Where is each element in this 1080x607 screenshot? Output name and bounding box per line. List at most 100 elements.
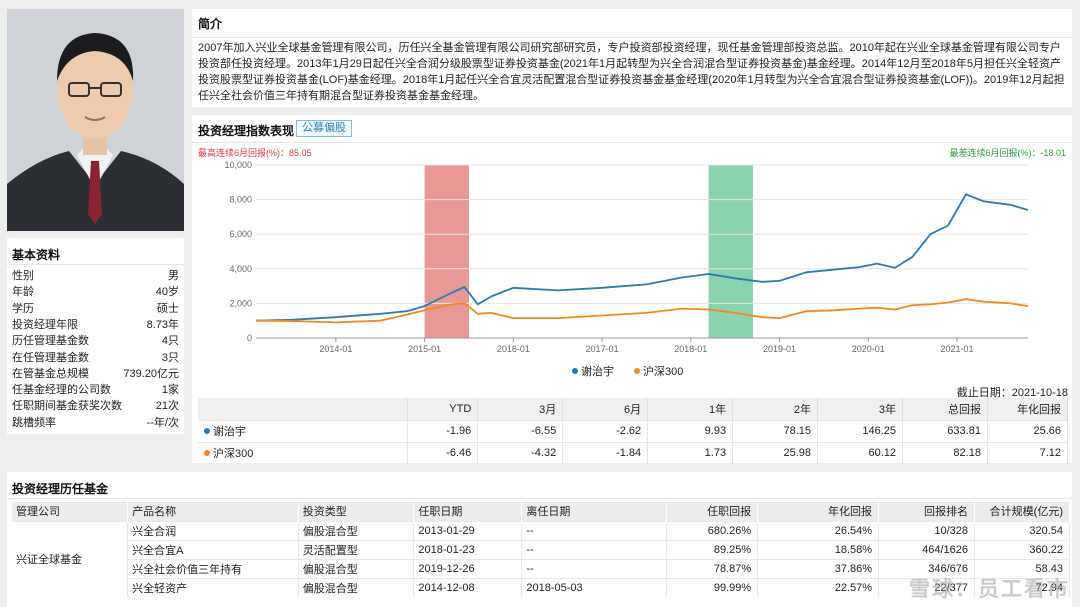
fund-name-cell[interactable]: 兴全合宜A (127, 539, 299, 559)
legend-label: 谢治宇 (581, 366, 614, 378)
fund-cell: 18.58% (757, 539, 880, 559)
basic-info-key: 任职期间基金获奖次数 (12, 400, 122, 413)
fund-cell: 2019-12-26 (413, 558, 523, 578)
portrait-image (7, 9, 184, 231)
fund-cell: 26.54% (757, 520, 880, 540)
fund-header-cell: 任职回报 (666, 502, 759, 521)
basic-info-key: 年龄 (12, 286, 34, 299)
performance-title: 投资经理指数表现 (198, 124, 295, 138)
fund-cell: 2014-12-08 (413, 577, 523, 597)
fund-cell: 680.26% (666, 520, 759, 540)
fund-cell: 464/1626 (878, 539, 975, 559)
legend-item[interactable]: 谢治宇 (572, 366, 624, 378)
x-tick-label: 2018-01 (674, 344, 707, 354)
legend-label: 沪深300 (643, 366, 684, 378)
legend-dot-icon (572, 368, 578, 374)
returns-header-cell: 年化回报 (987, 398, 1069, 420)
fund-cell: 偏股混合型 (298, 577, 415, 597)
basic-info-value: --年/次 (146, 416, 179, 429)
x-tick-label: 2016-01 (497, 344, 530, 354)
basic-info-row: 投资经理年限 8.73年 (12, 317, 179, 333)
basic-info-value: 硕士 (157, 302, 179, 315)
returns-cell: 82.18 (902, 441, 988, 464)
fund-cell: 22.57% (757, 577, 880, 597)
fund-name-cell[interactable]: 兴全合润 (127, 520, 299, 540)
fund-name-cell[interactable]: 兴全社会价值三年持有 (127, 558, 299, 578)
fund-header-cell: 任职日期 (413, 502, 523, 521)
divider (7, 264, 184, 265)
divider (192, 142, 1072, 143)
fund-header-cell: 年化回报 (757, 502, 880, 521)
fund-cell: 2018-05-03 (521, 577, 667, 597)
fund-cell: -- (521, 520, 667, 540)
returns-cell: -6.46 (407, 441, 479, 464)
series-dot-icon (204, 428, 210, 434)
series-line-manager (255, 193, 1029, 322)
basic-info-key: 性别 (12, 270, 34, 282)
basic-info-value: 1家 (161, 384, 179, 397)
returns-cell: 9.93 (647, 419, 734, 442)
fund-cell: 偏股混合型 (298, 558, 415, 578)
basic-info-value: 3只 (161, 351, 179, 364)
fund-header-cell: 产品名称 (127, 502, 299, 521)
x-tick-label: 2021-01 (940, 344, 973, 354)
basic-info-key: 跳槽频率 (12, 416, 56, 429)
fund-row[interactable]: 兴证全球基金 兴全合润 偏股混合型 2013-01-29 -- 680.26% 26.54%… (12, 520, 1071, 597)
fund-cell: 78.87% (666, 558, 759, 578)
returns-cell: -1.84 (562, 441, 649, 464)
legend-item[interactable]: 沪深300 (634, 366, 693, 378)
y-tick-label: 0 (247, 333, 252, 343)
returns-cell: -4.32 (477, 441, 564, 464)
y-tick-label: 8,000 (229, 195, 252, 205)
basic-info-title: 基本资料 (12, 248, 61, 262)
series-dot-icon (204, 450, 210, 457)
returns-cell: -2.62 (562, 419, 649, 442)
legend-dot-icon (634, 368, 640, 374)
basic-info-value: 8.73年 (146, 318, 179, 331)
best-6m-return: 最高连续6月回报(%)：85.05 (198, 148, 312, 158)
fund-row[interactable]: 兴全合宜A 灵活配置型 2018-01-23 -- 89.25% 18.58% 464/16… (12, 539, 1071, 559)
series-line-csi300 (255, 298, 1029, 324)
x-tick-label: 2019-01 (763, 344, 796, 354)
basic-info-key: 在任管理基金数 (12, 351, 89, 364)
basic-info-row: 学历 硕士 (12, 301, 179, 317)
fund-type-tag[interactable]: 公募偏股 (296, 120, 352, 137)
basic-info-key: 在管基金总规模 (12, 367, 89, 380)
returns-cell: 1.73 (647, 441, 734, 464)
chart-legend: 谢治宇 沪深300 (572, 363, 703, 379)
returns-cell: 7.12 (987, 441, 1069, 464)
fund-cell: 89.25% (666, 539, 759, 559)
basic-info-row: 年龄 40岁 (12, 284, 179, 300)
returns-table: YTD 3月 6月 1年 2年 3年 总回报 年化回报 谢治宇 -1.96 -6.55 -2.62 9.… (198, 398, 1069, 464)
fund-cell: 2018-01-23 (413, 539, 523, 559)
fund-cell: 偏股混合型 (298, 520, 415, 540)
manager-index-chart: 0 2,000 4,000 6,000 8,000 10,000 2014-01 2015-0… (224, 160, 1029, 354)
basic-info-key: 历任管理基金数 (12, 335, 89, 348)
intro-title: 简介 (198, 17, 223, 31)
fund-header-cell: 回报排名 (878, 502, 975, 521)
manager-photo (7, 9, 184, 231)
returns-header-cell: 3年 (817, 398, 903, 420)
basic-info-row: 在管基金总规模 739.20亿元 (12, 366, 179, 382)
x-tick-label: 2015-01 (408, 344, 441, 354)
basic-info-row: 任职期间基金获奖次数 21次 (12, 398, 179, 414)
returns-header-cell: 总回报 (902, 398, 988, 420)
x-tick-label: 2017-01 (586, 344, 619, 354)
basic-info-key: 学历 (12, 302, 34, 315)
x-tick-label: 2014-01 (319, 344, 352, 354)
returns-header-cell: 2年 (732, 398, 819, 420)
x-tick-label: 2020-01 (852, 344, 885, 354)
fund-name-cell[interactable]: 兴全轻资产 (127, 577, 299, 597)
returns-header-cell: 1年 (647, 398, 734, 420)
returns-cell: 78.15 (732, 419, 819, 442)
series-name: 沪深300 (213, 448, 254, 461)
basic-info-panel: 基本资料 性别 男年龄 40岁学历 硕士投资经理年限 8.73年历任管理基金数 4只在任管… (7, 238, 184, 434)
fund-cell: 360.22 (974, 539, 1071, 559)
basic-info-value: 4只 (161, 335, 179, 348)
basic-info-value: 男 (168, 270, 179, 282)
fund-cell: 10/328 (878, 520, 975, 540)
fund-cell: -- (521, 558, 667, 578)
basic-info-key: 投资经理年限 (12, 318, 78, 331)
basic-info-row: 跳槽频率 --年/次 (12, 415, 179, 431)
fund-cell: 37.86% (757, 558, 880, 578)
